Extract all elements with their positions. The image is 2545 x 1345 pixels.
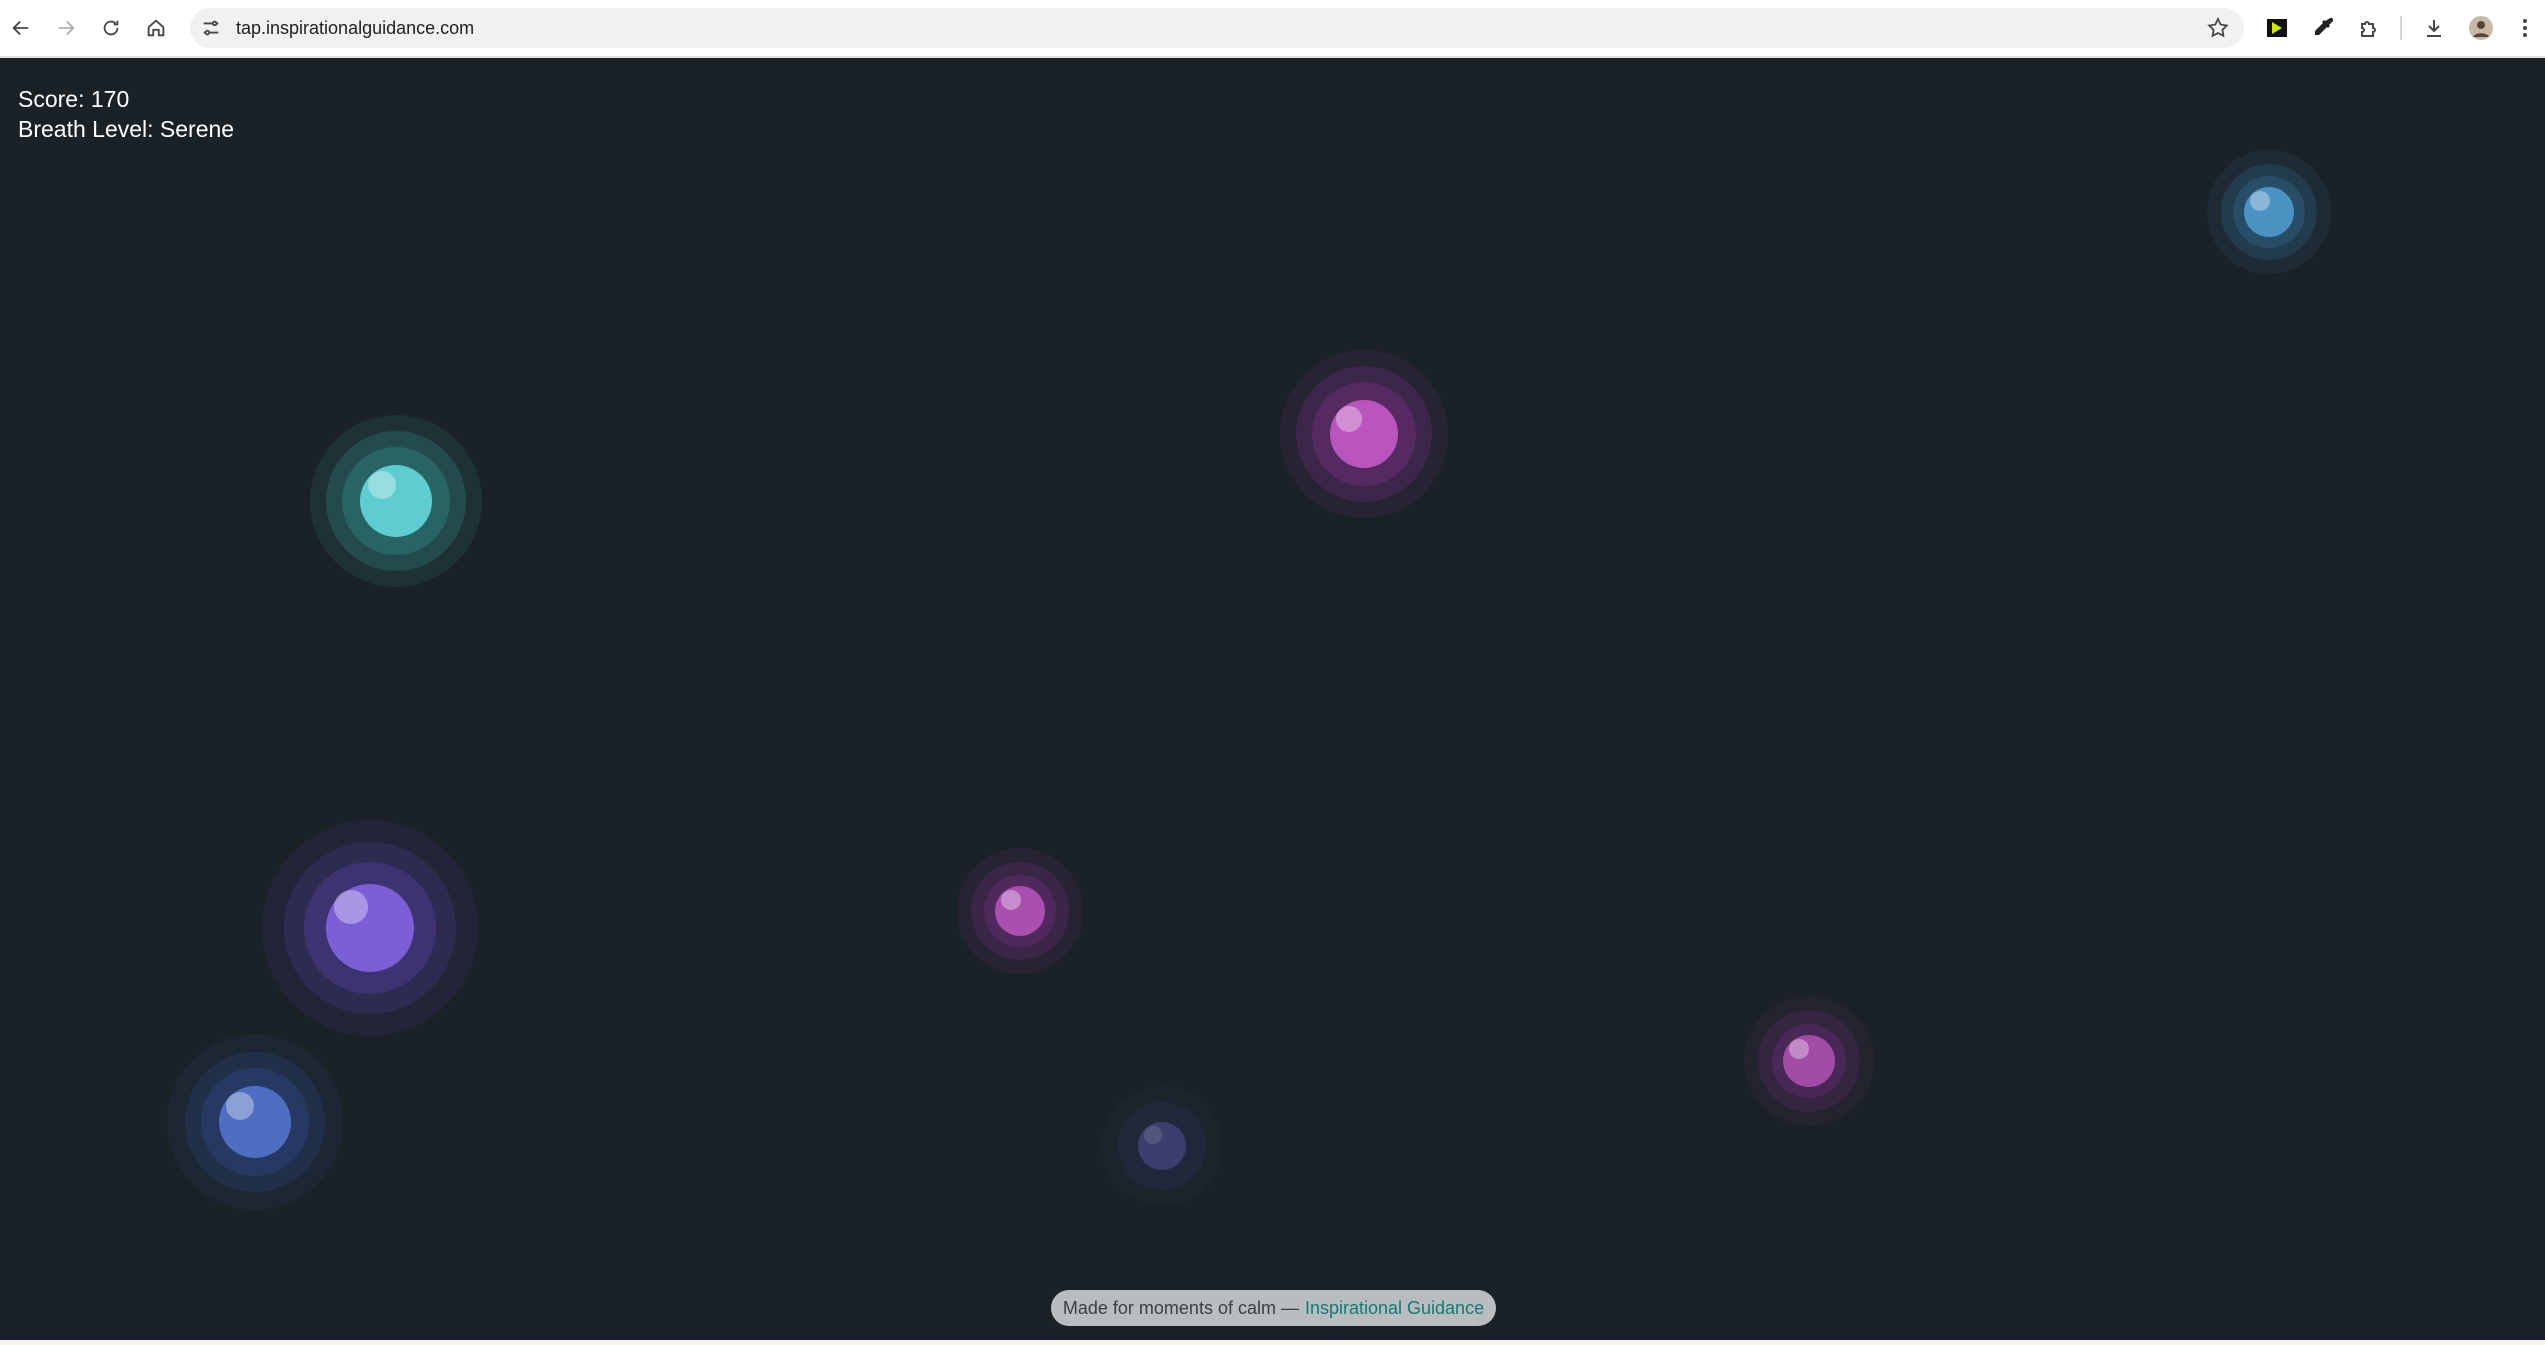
toolbar-divider [2400,16,2402,40]
game-canvas[interactable]: Score: 170 Breath Level: Serene Made for… [0,60,2545,1340]
star-icon[interactable] [2206,16,2230,40]
orb-magenta-top[interactable] [1280,350,1448,518]
forward-arrow-icon[interactable] [49,11,83,45]
screen-recorder-extension-icon[interactable] [2262,13,2292,43]
profile-avatar-icon[interactable] [2466,13,2496,43]
hud: Score: 170 Breath Level: Serene [18,84,234,144]
inspirational-guidance-link[interactable]: Inspirational Guidance [1305,1298,1484,1319]
tune-icon[interactable] [200,17,222,39]
orb-magenta-right[interactable] [1744,996,1874,1126]
more-vert-icon[interactable] [2510,13,2540,43]
reload-icon[interactable] [94,11,128,45]
orb-sky-blue[interactable] [2207,150,2331,274]
download-icon[interactable] [2419,13,2449,43]
breath-level-label: Breath Level: Serene [18,116,235,142]
url-text[interactable]: tap.inspirationalguidance.com [236,18,474,39]
eyedropper-extension-icon[interactable] [2308,13,2338,43]
browser-toolbar: tap.inspirationalguidance.com [0,0,2545,58]
extensions-puzzle-icon[interactable] [2354,13,2384,43]
bottom-edge [0,1340,2545,1345]
orb-royal-blue[interactable] [167,1034,343,1210]
orb-magenta-mid[interactable] [957,848,1083,974]
score-label: Score: 170 [18,86,130,112]
footer-text: Made for moments of calm — [1062,1297,1299,1318]
home-icon[interactable] [139,11,173,45]
orb-teal[interactable] [310,415,482,587]
footer-credit: Made for moments of calm — Inspirational… [1051,1290,1496,1326]
address-bar[interactable]: tap.inspirationalguidance.com [190,8,2244,48]
orb-navy[interactable] [1102,1086,1222,1206]
orb-violet-large[interactable] [262,820,478,1036]
back-arrow-icon[interactable] [4,11,38,45]
